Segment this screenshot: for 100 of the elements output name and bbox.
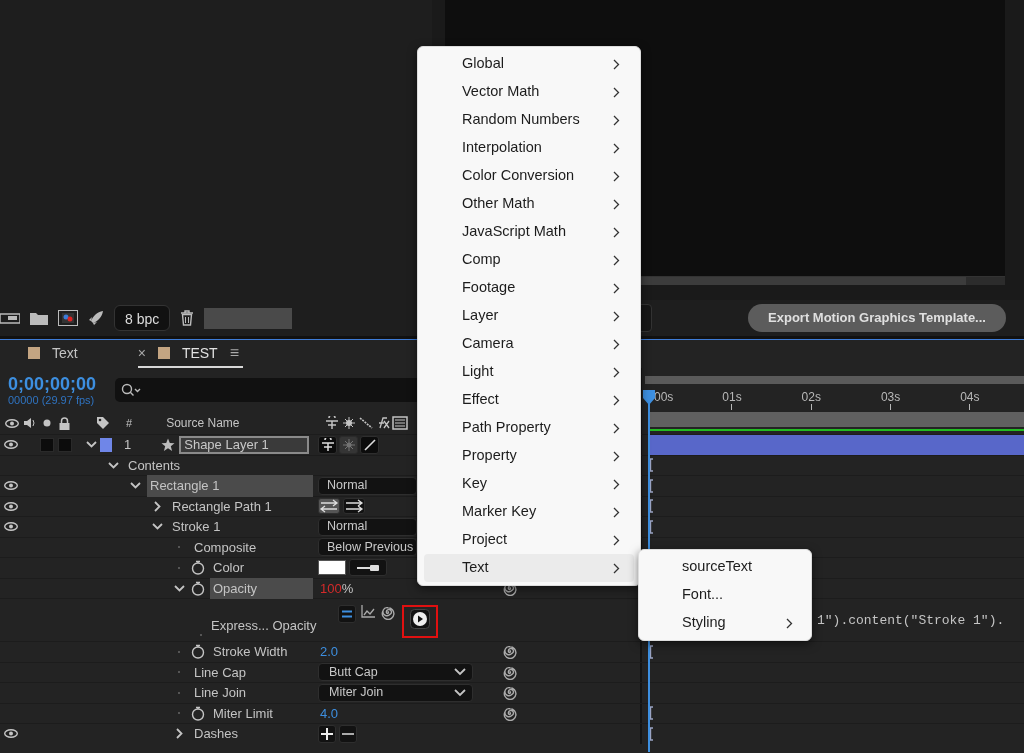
chevron-down-icon[interactable] [86, 441, 97, 449]
tag-icon[interactable] [96, 416, 110, 430]
lock-toggle[interactable] [58, 437, 72, 452]
property-name[interactable]: Line Join [191, 682, 313, 704]
property-name[interactable]: Composite [191, 536, 313, 558]
menu-item[interactable]: Project [424, 526, 634, 554]
enable-expression-button[interactable] [338, 604, 356, 623]
menu-item[interactable]: Light [424, 358, 634, 386]
pickwhip-icon[interactable] [501, 644, 517, 660]
property-name[interactable]: Stroke Width [210, 641, 313, 663]
pickwhip-icon[interactable] [501, 664, 517, 680]
property-name[interactable]: Miter Limit [210, 702, 313, 724]
stopwatch-icon[interactable] [191, 560, 205, 576]
menu-item[interactable]: Styling [645, 609, 805, 637]
menu-item[interactable]: Layer [424, 302, 634, 330]
menu-item[interactable]: Effect [424, 386, 634, 414]
lock-icon[interactable] [59, 416, 70, 430]
menu-item[interactable]: Property [424, 442, 634, 470]
column-header[interactable]: Source Name [166, 414, 317, 432]
bit-depth-button[interactable]: 8 bpc [114, 305, 171, 331]
label-color-swatch[interactable] [100, 437, 112, 452]
property-value[interactable]: 4.0 [320, 703, 339, 723]
menu-item[interactable]: Other Math [424, 190, 634, 218]
dropdown[interactable]: Normal [318, 476, 417, 495]
menu-item[interactable]: Path Property [424, 414, 634, 442]
chevron-right-icon[interactable] [153, 500, 161, 512]
spiral-icon[interactable] [380, 604, 395, 620]
folder-icon[interactable] [30, 311, 48, 325]
close-button[interactable]: × [137, 342, 146, 364]
menu-item[interactable]: Key [424, 470, 634, 498]
path-direction-button[interactable] [343, 498, 365, 515]
dropdown[interactable]: Normal [318, 517, 417, 536]
property-value[interactable]: 100% [320, 578, 354, 598]
eye-icon[interactable] [4, 729, 18, 739]
color-swatch[interactable] [318, 560, 346, 576]
current-time[interactable]: 0;00;00;00 [8, 374, 101, 394]
dropdown[interactable]: Butt Cap [318, 663, 473, 682]
eye-icon[interactable] [4, 501, 18, 511]
menu-item[interactable]: Comp [424, 246, 634, 274]
chevron-down-icon[interactable] [107, 461, 119, 469]
footage-icon[interactable] [0, 311, 20, 325]
menu-item[interactable]: Marker Key [424, 498, 634, 526]
chevron-down-icon[interactable] [151, 523, 163, 531]
input-field[interactable] [204, 307, 293, 329]
property-name[interactable]: Contents [125, 454, 313, 476]
trash-icon[interactable] [180, 310, 195, 326]
menu-item[interactable]: Vector Math [424, 78, 634, 106]
add-button[interactable] [318, 724, 336, 743]
chevron-down-icon[interactable] [129, 482, 141, 490]
menu-item[interactable]: Global [424, 50, 634, 78]
menu-item[interactable]: Random Numbers [424, 106, 634, 134]
speaker-icon[interactable] [23, 417, 35, 429]
menu-item[interactable]: sourceText [645, 553, 805, 581]
stopwatch-icon[interactable] [191, 580, 205, 596]
graph-icon[interactable] [361, 604, 375, 618]
property-name[interactable]: Express... Opacity [208, 614, 320, 636]
pickwhip-icon[interactable] [501, 705, 517, 721]
stopwatch-icon[interactable] [191, 705, 205, 721]
property-name[interactable]: Line Cap [191, 661, 313, 683]
search-icon[interactable] [121, 383, 141, 397]
stopwatch-icon[interactable] [191, 644, 205, 660]
rocket-icon[interactable] [88, 310, 104, 326]
remove-button[interactable] [339, 724, 357, 743]
solo-dot-icon[interactable] [43, 419, 51, 427]
export-button[interactable]: Export Motion Graphics Template... [748, 304, 1006, 332]
play-button-icon[interactable] [410, 608, 430, 629]
menu-button[interactable]: ≡ [229, 341, 239, 365]
dropdown[interactable]: Miter Join [318, 683, 473, 702]
menu-item[interactable]: Font... [645, 581, 805, 609]
property-name[interactable]: Rectangle 1 [147, 475, 313, 497]
eye-icon[interactable] [4, 440, 18, 450]
layer-switch[interactable] [360, 435, 379, 454]
path-direction-button[interactable] [318, 498, 340, 515]
dropdown[interactable]: Below Previous [318, 538, 417, 557]
property-name[interactable]: Opacity [210, 577, 313, 599]
property-name[interactable]: Dashes [191, 723, 313, 745]
column-header[interactable]: # [126, 414, 133, 432]
menu-item[interactable]: Footage [424, 274, 634, 302]
av-toggle[interactable] [40, 437, 54, 452]
pickwhip-icon[interactable] [501, 685, 517, 701]
chevron-down-icon[interactable] [173, 584, 185, 592]
chevron-right-icon[interactable] [175, 728, 183, 740]
eye-icon[interactable] [4, 481, 18, 491]
eyedropper-button[interactable] [349, 559, 387, 577]
panel-tab[interactable]: × TEST ≡ [137, 340, 243, 368]
layer-switch[interactable] [318, 435, 337, 454]
property-name[interactable]: Stroke 1 [169, 516, 313, 538]
panel-tab[interactable]: Text [28, 340, 82, 368]
menu-item[interactable]: Color Conversion [424, 162, 634, 190]
eye-icon[interactable] [5, 418, 19, 428]
menu-item[interactable]: Camera [424, 330, 634, 358]
property-name[interactable]: Rectangle Path 1 [169, 495, 313, 517]
expression-text[interactable]: 1").content("Stroke 1"). [817, 609, 1005, 631]
menu-item[interactable]: Text [424, 554, 634, 582]
eye-icon[interactable] [4, 522, 18, 532]
menu-item[interactable]: Interpolation [424, 134, 634, 162]
property-value[interactable]: 2.0 [320, 642, 339, 662]
menu-item[interactable]: JavaScript Math [424, 218, 634, 246]
property-name[interactable]: Color [210, 557, 313, 579]
layer-switch[interactable] [339, 435, 358, 454]
